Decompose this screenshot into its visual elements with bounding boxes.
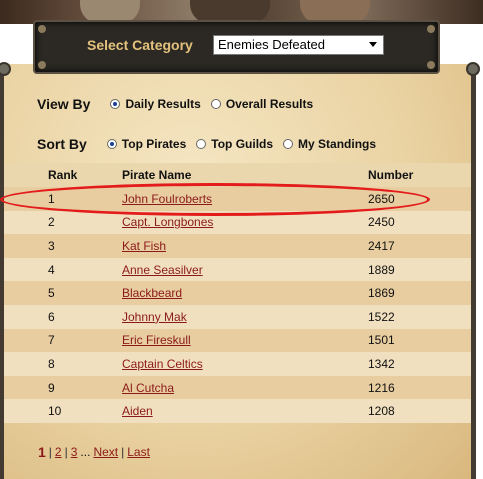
rivet-icon [427,25,435,33]
column-header-rank: Rank [48,168,78,182]
radio-label-top-guilds: Top Guilds [211,137,274,151]
radio-top-guilds[interactable] [196,139,207,149]
radio-label-overall-results: Overall Results [225,97,314,111]
corner-stud-icon [466,62,480,76]
page-link-2[interactable]: 2 [55,445,62,459]
table-row: 8 Captain Celtics 1342 [4,352,471,376]
column-header-number: Number [368,168,414,182]
page-separator: | [121,445,125,459]
number-cell: 1342 [368,356,395,371]
table-row: 7 Eric Fireskull 1501 [4,328,471,353]
pagination: 1 | 2 | 3 ... Next | Last [38,444,150,460]
table-row: 6 Johnny Mak 1522 [4,304,471,329]
table-header-row: Rank Pirate Name Number [4,163,471,187]
rank-cell: 9 [48,380,55,395]
table-row: 5 Blackbeard 1869 [4,281,471,305]
last-page-link[interactable]: Last [127,445,150,459]
pirate-name-link[interactable]: Johnny Mak [122,310,187,324]
number-cell: 1522 [368,309,395,324]
table-row: 9 Al Cutcha 1216 [4,375,471,400]
page-current: 1 [38,444,46,460]
number-cell: 1208 [368,404,395,419]
radio-label-top-pirates: Top Pirates [121,137,187,151]
pirate-name-link[interactable]: Anne Seasilver [122,263,203,277]
number-cell: 2650 [368,191,395,206]
pirate-name-link[interactable]: Al Cutcha [122,381,174,395]
number-cell: 2417 [368,238,395,253]
table-row: 4 Anne Seasilver 1889 [4,257,471,282]
rank-cell: 3 [48,238,55,253]
chevron-down-icon [369,42,377,47]
page-link-3[interactable]: 3 [71,445,78,459]
category-selected-value: Enemies Defeated [218,37,325,52]
category-dropdown[interactable]: Enemies Defeated [213,35,384,55]
pirate-name-link[interactable]: Captain Celtics [122,357,203,371]
rivet-icon [38,25,46,33]
radio-overall-results[interactable] [210,99,221,109]
page-separator: | [64,445,68,459]
view-by-group: View By Daily Results Overall Results [37,96,313,112]
pirate-name-link[interactable]: John Foulroberts [122,192,212,206]
category-bar: Select Category Enemies Defeated [33,20,440,74]
rank-cell: 4 [48,262,55,277]
table-row: 1 John Foulroberts 2650 [4,187,471,211]
rank-cell: 10 [48,404,62,419]
view-by-label: View By [37,96,91,112]
radio-label-my-standings: My Standings [298,137,377,151]
rivet-icon [427,61,435,69]
radio-label-daily-results: Daily Results [125,97,201,111]
rank-cell: 8 [48,356,55,371]
leaderboard-table: Rank Pirate Name Number 1 John Foulrober… [4,163,471,423]
number-cell: 1889 [368,262,395,277]
sort-by-label: Sort By [37,136,87,152]
rank-cell: 1 [48,191,55,206]
rivet-icon [38,61,46,69]
table-row: 10 Aiden 1208 [4,399,471,423]
table-row: 2 Capt. Longbones 2450 [4,210,471,235]
pirate-name-link[interactable]: Aiden [122,404,153,418]
sort-by-group: Sort By Top Pirates Top Guilds My Standi… [37,136,376,152]
pirate-name-link[interactable]: Eric Fireskull [122,333,191,347]
pirate-name-link[interactable]: Blackbeard [122,286,182,300]
number-cell: 1216 [368,380,395,395]
radio-my-standings[interactable] [283,139,294,149]
next-page-link[interactable]: Next [93,445,118,459]
radio-daily-results[interactable] [110,99,121,109]
page-separator: | [48,445,52,459]
rank-cell: 5 [48,286,55,301]
radio-top-pirates[interactable] [106,139,117,149]
page-ellipsis: ... [80,445,91,459]
table-row: 3 Kat Fish 2417 [4,234,471,258]
rank-cell: 2 [48,215,55,230]
pirate-name-link[interactable]: Capt. Longbones [122,215,213,229]
number-cell: 1869 [368,286,395,301]
number-cell: 2450 [368,215,395,230]
rank-cell: 7 [48,333,55,348]
column-header-pirate-name: Pirate Name [122,168,192,182]
category-label: Select Category [87,37,193,53]
pirate-name-link[interactable]: Kat Fish [122,239,166,253]
number-cell: 1501 [368,333,395,348]
rank-cell: 6 [48,309,55,324]
